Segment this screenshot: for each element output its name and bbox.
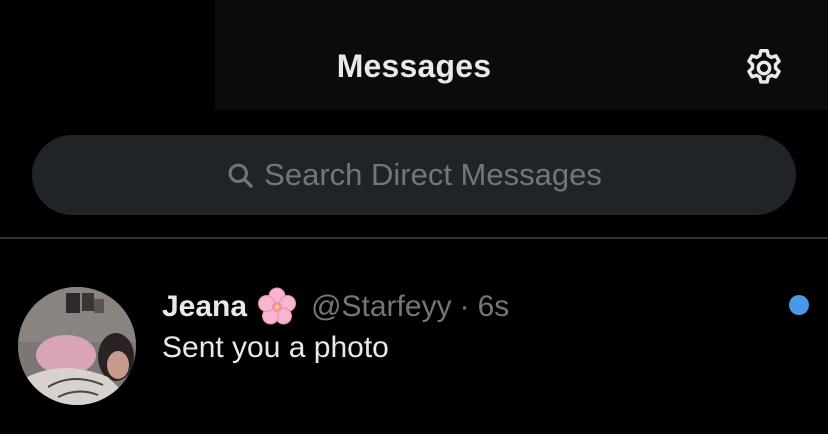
separator-dot: · <box>459 290 470 323</box>
avatar-photo <box>18 287 136 405</box>
settings-button[interactable] <box>740 44 788 92</box>
avatar[interactable] <box>18 287 136 405</box>
display-name: Jeana <box>162 290 248 323</box>
search-placeholder: Search Direct Messages <box>264 157 602 192</box>
cherry-blossom-icon <box>257 287 297 327</box>
search-input[interactable]: Search Direct Messages <box>32 135 796 215</box>
message-preview: Sent you a photo <box>162 331 389 364</box>
messages-screen: Messages Search Direct Messages Jeana @S… <box>0 0 828 434</box>
timestamp: 6s <box>477 290 510 323</box>
user-handle: @Starfeyy <box>311 290 452 323</box>
conversation-item[interactable]: Jeana @Starfeyy · 6s Sent you a photo <box>0 239 828 434</box>
conversation-header: Jeana @Starfeyy · 6s <box>162 287 509 327</box>
search-icon <box>226 161 254 189</box>
header: Messages <box>0 0 828 110</box>
page-title: Messages <box>336 48 492 84</box>
gear-icon <box>747 49 781 84</box>
unread-indicator <box>789 295 809 315</box>
